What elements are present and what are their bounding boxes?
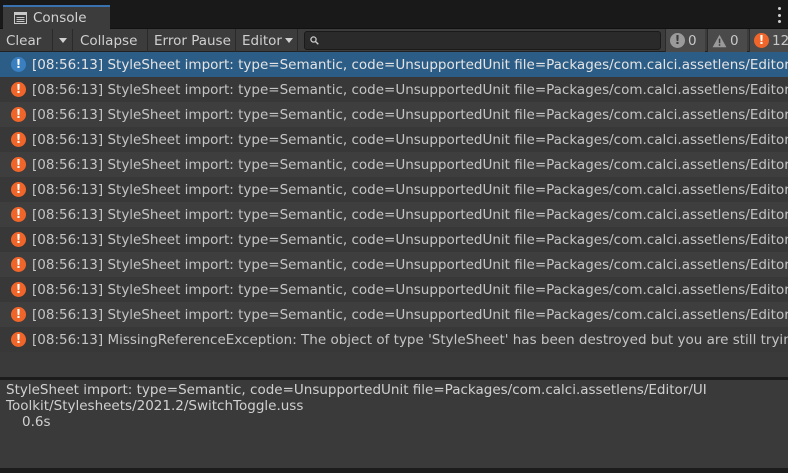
window-bottom-edge (0, 468, 788, 473)
log-entry-text: [08:56:13] StyleSheet import: type=Seman… (32, 56, 788, 73)
warning-count: 0 (730, 32, 739, 49)
error-icon (11, 307, 26, 322)
chevron-down-icon (284, 38, 293, 43)
log-entry-row[interactable]: [08:56:13] StyleSheet import: type=Seman… (0, 202, 788, 227)
search-field[interactable] (304, 31, 661, 50)
error-icon (11, 282, 26, 297)
log-entry-row[interactable]: [08:56:13] MissingReferenceException: Th… (0, 327, 788, 352)
log-entry-text: [08:56:13] StyleSheet import: type=Seman… (32, 156, 788, 173)
chevron-down-icon (58, 38, 67, 43)
warning-filter-toggle[interactable]: 0 (707, 29, 747, 52)
error-icon (11, 82, 26, 97)
tab-console-label: Console (33, 10, 87, 26)
console-icon (14, 12, 27, 24)
search-input[interactable] (323, 33, 643, 48)
error-icon (11, 232, 26, 247)
log-entry-text: [08:56:13] StyleSheet import: type=Seman… (32, 181, 788, 198)
log-entry-text: [08:56:13] StyleSheet import: type=Seman… (32, 206, 788, 223)
clear-options-dropdown[interactable] (53, 29, 73, 52)
log-entry-text: [08:56:13] MissingReferenceException: Th… (32, 331, 788, 348)
log-count: 0 (688, 32, 697, 49)
detail-message-line-1: StyleSheet import: type=Semantic, code=U… (6, 382, 707, 398)
log-filter-toggle[interactable]: 0 (665, 29, 705, 52)
log-entry-row[interactable]: [08:56:13] StyleSheet import: type=Seman… (0, 52, 788, 77)
log-entry-row[interactable]: [08:56:13] StyleSheet import: type=Seman… (0, 102, 788, 127)
log-entry-text: [08:56:13] StyleSheet import: type=Seman… (32, 106, 788, 123)
log-entry-row[interactable]: [08:56:13] StyleSheet import: type=Seman… (0, 227, 788, 252)
log-entry-row[interactable]: [08:56:13] StyleSheet import: type=Seman… (0, 177, 788, 202)
editor-dropdown-label: Editor (242, 32, 282, 49)
error-pause-toggle[interactable]: Error Pause (148, 29, 236, 52)
log-entry-row[interactable]: [08:56:13] StyleSheet import: type=Seman… (0, 77, 788, 102)
tab-console[interactable]: Console (3, 5, 110, 29)
log-entry-row[interactable]: [08:56:13] StyleSheet import: type=Seman… (0, 127, 788, 152)
log-entry-row[interactable]: [08:56:13] StyleSheet import: type=Seman… (0, 302, 788, 327)
detail-message-line-2: Toolkit/Stylesheets/2021.2/SwitchToggle.… (6, 398, 304, 414)
log-entry-text: [08:56:13] StyleSheet import: type=Seman… (32, 281, 788, 298)
clear-button[interactable]: Clear (0, 29, 53, 52)
window-tab-bar: Console (0, 0, 788, 29)
error-icon (11, 157, 26, 172)
info-icon (670, 33, 685, 48)
error-icon (11, 182, 26, 197)
log-entry-row[interactable]: [08:56:13] StyleSheet import: type=Seman… (0, 277, 788, 302)
error-icon (11, 257, 26, 272)
log-entry-text: [08:56:13] StyleSheet import: type=Seman… (32, 256, 788, 273)
editor-dropdown[interactable]: Editor (236, 29, 298, 52)
kebab-menu-icon[interactable] (776, 7, 782, 23)
error-icon (754, 33, 769, 48)
log-entry-text: [08:56:13] StyleSheet import: type=Seman… (32, 306, 788, 323)
error-icon (11, 207, 26, 222)
error-count: 12 (772, 32, 788, 49)
log-list[interactable]: [08:56:13] StyleSheet import: type=Seman… (0, 52, 788, 377)
log-entry-row[interactable]: [08:56:13] StyleSheet import: type=Seman… (0, 252, 788, 277)
collapse-toggle[interactable]: Collapse (74, 29, 148, 52)
console-toolbar: Clear Collapse Error Pause Editor 0 0 (0, 29, 788, 52)
search-icon (310, 33, 319, 49)
log-entry-text: [08:56:13] StyleSheet import: type=Seman… (32, 131, 788, 148)
log-entry-text: [08:56:13] StyleSheet import: type=Seman… (32, 231, 788, 248)
warning-icon (712, 34, 727, 48)
error-icon (11, 107, 26, 122)
error-icon (11, 332, 26, 347)
error-icon (11, 132, 26, 147)
log-entry-text: [08:56:13] StyleSheet import: type=Seman… (32, 81, 788, 98)
log-entry-row[interactable]: [08:56:13] StyleSheet import: type=Seman… (0, 152, 788, 177)
error-icon (11, 57, 26, 72)
error-filter-toggle[interactable]: 12 (749, 29, 788, 52)
detail-panel: StyleSheet import: type=Semantic, code=U… (0, 380, 788, 468)
detail-elapsed-time: 0.6s (22, 414, 51, 430)
